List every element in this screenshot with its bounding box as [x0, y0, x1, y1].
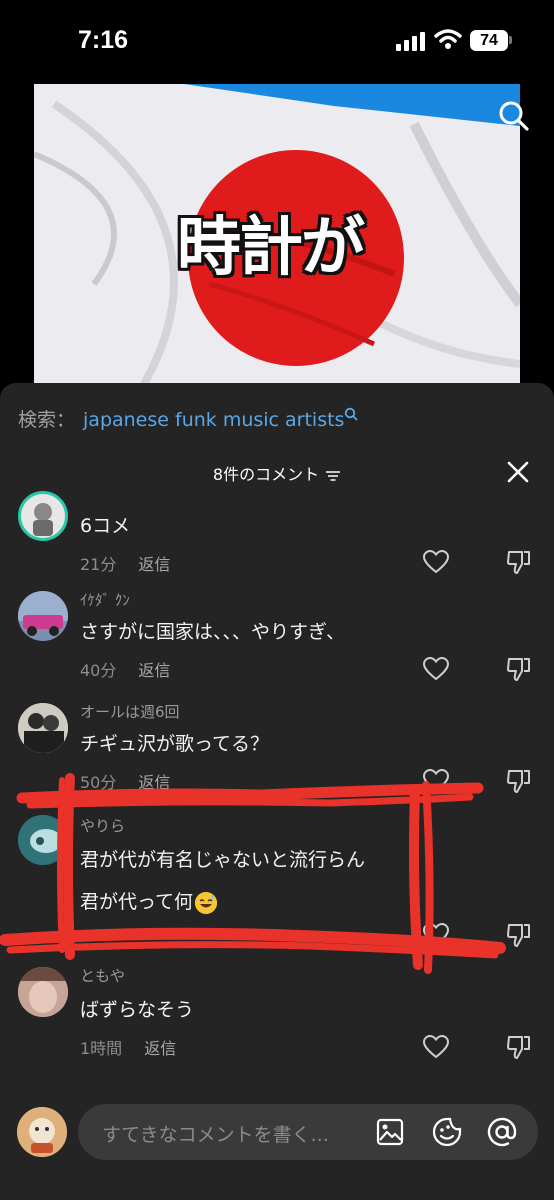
avatar[interactable] — [18, 967, 68, 1017]
comment-username[interactable]: ｲｹﾀﾞ ｸﾝ — [80, 589, 130, 610]
comment-text: チギュ沢が歌ってる？ — [80, 733, 270, 755]
comment-meta: 1時間 返信 — [80, 1035, 176, 1059]
status-time: 7:16 — [78, 26, 129, 54]
battery-tip — [509, 36, 512, 44]
thumbs-down-icon[interactable] — [506, 1034, 532, 1060]
my-avatar[interactable] — [17, 1107, 67, 1157]
heart-icon[interactable] — [423, 657, 449, 681]
at-icon[interactable] — [486, 1116, 518, 1148]
sweat-smile-emoji — [195, 891, 218, 914]
comment-time: 1時間 — [80, 1039, 123, 1058]
wifi-icon — [434, 29, 462, 49]
video-caption: 時計が — [177, 210, 365, 285]
comment-input-placeholder[interactable]: すてきなコメントを書く... — [102, 1120, 329, 1147]
comment-text: さすがに国家は、、、やりすぎ、 — [80, 621, 346, 643]
search-suggestion-label: 検索： — [18, 409, 76, 431]
image-icon[interactable] — [376, 1118, 404, 1146]
search-icon[interactable] — [498, 100, 530, 132]
reply-button[interactable]: 返信 — [144, 1039, 176, 1058]
avatar[interactable] — [18, 703, 68, 753]
comments-header: 8件のコメント — [0, 461, 554, 485]
comment-meta: 50分 返信 — [80, 769, 170, 793]
avatar-image — [33, 503, 53, 536]
video-player[interactable]: 時計が — [34, 84, 520, 386]
comment-text: 6コメ — [80, 515, 131, 537]
reply-button[interactable]: 返信 — [138, 661, 170, 680]
heart-icon[interactable] — [423, 550, 449, 574]
avatar-image — [18, 967, 68, 1017]
search-suggestion-term[interactable]: japanese funk music artists — [83, 409, 344, 431]
heart-icon[interactable] — [423, 1035, 449, 1059]
comment-time: 40分 — [80, 661, 117, 680]
comment-text-2: 君が代って何 — [80, 891, 194, 913]
comment-text-line2: 君が代って何 — [80, 887, 218, 914]
avatar[interactable] — [18, 591, 68, 641]
thumbs-down-icon[interactable] — [506, 549, 532, 575]
sticker-icon[interactable] — [432, 1117, 462, 1147]
search-icon — [345, 407, 359, 421]
comment-meta: 40分 返信 — [80, 657, 170, 681]
comment-input[interactable]: すてきなコメントを書く... — [78, 1104, 538, 1160]
sort-icon[interactable] — [325, 469, 341, 483]
avatar-image — [18, 703, 68, 753]
comment-meta: 21分 返信 — [80, 551, 170, 575]
avatar-image — [17, 1107, 67, 1157]
search-suggestion[interactable]: 検索： japanese funk music artists — [18, 405, 359, 432]
thumbs-down-icon[interactable] — [506, 656, 532, 682]
comment-text: ばずらなそう — [80, 999, 195, 1021]
comment-username[interactable]: やりら — [80, 815, 125, 836]
battery-indicator: 74 — [470, 30, 508, 51]
comment-time: 21分 — [80, 555, 117, 574]
comment-username[interactable]: オールは週6回 — [80, 701, 180, 722]
avatar-image — [18, 815, 68, 865]
reply-button[interactable]: 返信 — [138, 555, 170, 574]
comment-count-title: 8件のコメント — [212, 465, 320, 484]
comment-sheet: 検索： japanese funk music artists 8件のコメント 6… — [0, 383, 554, 1200]
comment-username[interactable]: ともや — [80, 965, 125, 986]
avatar-image — [18, 591, 68, 636]
status-bar: 7:16 74 — [0, 0, 554, 80]
reply-button[interactable]: 返信 — [138, 773, 170, 792]
comment-time: 50分 — [80, 773, 117, 792]
heart-icon[interactable] — [423, 769, 449, 793]
close-icon[interactable] — [505, 459, 531, 485]
thumbs-down-icon[interactable] — [506, 922, 532, 948]
avatar[interactable] — [18, 815, 68, 865]
comment-text: 君が代が有名じゃないと流行らん — [80, 849, 366, 871]
thumbs-down-icon[interactable] — [506, 768, 532, 794]
heart-icon[interactable] — [423, 923, 449, 947]
signal-icon — [396, 32, 425, 51]
avatar[interactable] — [18, 491, 68, 541]
